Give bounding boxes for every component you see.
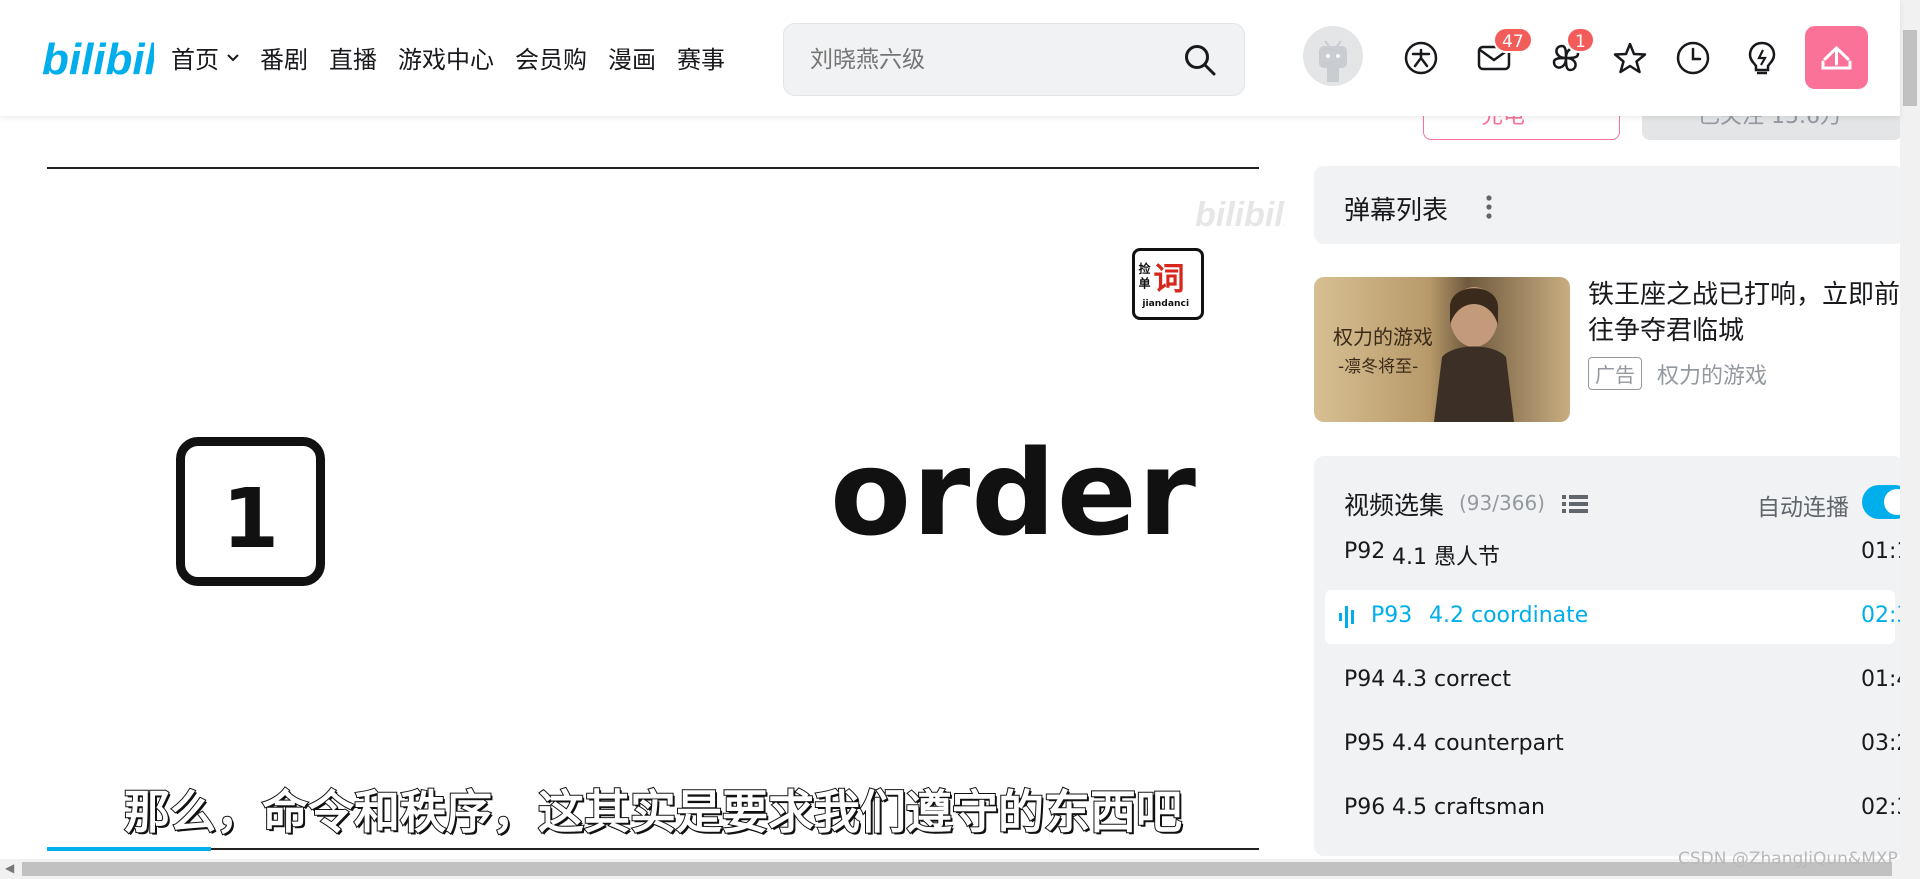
episode-list-title: 视频选集 [1344,491,1445,520]
episode-title: 4.1 愚人节 [1392,545,1500,570]
chevron-down-icon [227,54,239,62]
number-label: 1 [221,472,280,567]
tv-avatar-icon [1319,40,1347,82]
episode-title: 4.4 counterpart [1392,731,1564,756]
search-input[interactable] [810,43,1170,77]
episode-count: (93/366) [1459,491,1545,515]
bilibili-watermark: bilibili [1195,196,1285,234]
message-badge: 47 [1493,27,1533,53]
ad-source[interactable]: 权力的游戏 [1657,358,1767,390]
vip-icon[interactable] [1403,40,1439,76]
episode-duration: 02:3 [1861,603,1904,628]
search-box [783,23,1245,96]
episode-duration: 01:4 [1861,667,1904,692]
episode-number: P96 [1344,795,1386,820]
scroll-left-arrow-icon[interactable]: ◀ [5,861,14,875]
nav-game-center[interactable]: 游戏中心 [398,40,494,75]
avatar[interactable] [1303,26,1363,86]
episode-title: 4.3 correct [1392,667,1512,692]
jiandanci-logo: 捡 单 词 jiandanci [1132,248,1204,320]
svg-text:捡: 捡 [1139,262,1151,276]
ad-thumbnail[interactable]: 权力的游戏 -凛冬将至- [1314,277,1570,422]
episode-item-p94[interactable]: P94 4.3 correct 01:4 [1325,654,1904,708]
episode-duration: 03:2 [1861,731,1904,756]
episode-title: 4.5 craftsman [1392,795,1545,820]
episode-number: P93 [1371,603,1413,628]
search-icon[interactable] [1183,43,1217,77]
favorite-icon[interactable] [1612,40,1648,76]
svg-text:单: 单 [1139,277,1151,291]
ad-tag: 广告 [1588,357,1642,390]
svg-text:bilibili: bilibili [1195,196,1285,234]
svg-text:bilibili: bilibili [42,35,154,84]
nav-bar: 首页 番剧 直播 游戏中心 会员购 漫画 赛事 [171,40,746,75]
upload-button[interactable] [1805,26,1868,89]
episode-number: P95 [1344,731,1386,756]
page: bilibili 首页 番剧 直播 游戏中心 会员购 漫画 赛事 [0,0,1920,879]
vertical-scrollbar[interactable] [1900,0,1920,879]
danmaku-list-panel[interactable]: 弹幕列表 [1314,166,1904,244]
nav-live[interactable]: 直播 [329,40,377,75]
dynamic-badge: 1 [1566,27,1595,53]
number-box: 1 [176,437,325,586]
episode-item-p95[interactable]: P95 4.4 counterpart 03:2 [1325,718,1904,772]
upload-icon [1821,45,1852,70]
bilibili-logo[interactable]: bilibili [42,30,154,86]
list-view-icon[interactable] [1562,494,1588,514]
nav-home[interactable]: 首页 [171,40,239,75]
video-player[interactable]: bilibili 捡 单 词 jiandanci 1 order 那么，命令和秩… [47,167,1285,851]
vocab-word: order [830,424,1197,562]
svg-text:词: 词 [1153,262,1184,298]
history-icon[interactable] [1675,40,1711,76]
top-header: bilibili 首页 番剧 直播 游戏中心 会员购 漫画 赛事 [0,0,1900,116]
progress-fill [47,847,211,851]
nav-esports[interactable]: 赛事 [677,40,725,75]
more-vertical-icon[interactable] [1486,194,1492,220]
nav-home-label: 首页 [171,46,219,74]
danmaku-title: 弹幕列表 [1344,196,1449,226]
watermark-credit: CSDN @ZhangJiQun&MXP [1678,849,1898,869]
nav-bangumi[interactable]: 番剧 [260,40,308,75]
episode-number: P94 [1344,667,1386,692]
vertical-scrollbar-thumb[interactable] [1903,30,1917,106]
episode-item-p92[interactable]: P92 4.1 愚人节 01:1 [1325,526,1904,580]
video-subtitle: 那么，命令和秩序，这其实是要求我们遵守的东西吧 [123,784,1183,840]
creation-icon[interactable] [1744,40,1780,76]
ad-character-figure [1434,287,1514,422]
episode-item-p93[interactable]: P93 4.2 coordinate 02:3 [1325,590,1904,644]
horizontal-scrollbar-thumb[interactable] [22,862,1892,876]
episode-duration: 02:3 [1861,795,1904,820]
progress-bar[interactable] [47,847,1259,851]
nav-manga[interactable]: 漫画 [608,40,656,75]
ad-card[interactable]: 权力的游戏 -凛冬将至- 铁王座之战已打响，立即前往争夺君临城 广告 权力的游戏 [1314,277,1904,422]
episode-duration: 01:1 [1861,539,1904,564]
svg-text:jiandanci: jiandanci [1141,298,1189,309]
autoplay-toggle[interactable] [1862,485,1904,519]
nav-vip-shop[interactable]: 会员购 [515,40,587,75]
episode-title: 4.2 coordinate [1429,603,1589,628]
episode-item-p96[interactable]: P96 4.5 craftsman 02:3 [1325,782,1904,836]
episode-number: P92 [1344,539,1386,564]
ad-title[interactable]: 铁王座之战已打响，立即前往争夺君临城 [1588,277,1908,349]
autoplay-label: 自动连播 [1757,495,1849,521]
playing-bars-icon [1339,606,1354,628]
episode-list: 视频选集 (93/366) 自动连播 P92 4.1 愚人节 01:1 P93 … [1314,456,1904,856]
